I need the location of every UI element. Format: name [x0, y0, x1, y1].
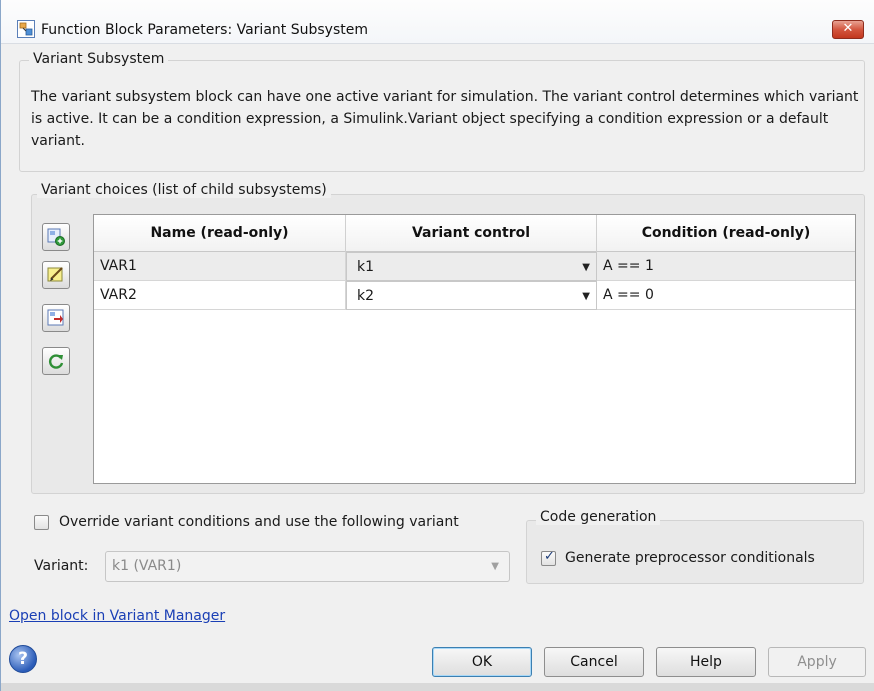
- column-header-condition[interactable]: Condition (read-only): [597, 215, 855, 252]
- variant-choices-table[interactable]: Name (read-only) Variant control Conditi…: [93, 214, 856, 484]
- row-name-cell: VAR1: [94, 252, 346, 281]
- override-label[interactable]: Override variant conditions and use the …: [59, 514, 459, 530]
- checkmark-icon: ✓: [544, 549, 555, 564]
- add-choice-button[interactable]: [42, 223, 70, 251]
- block-description: The variant subsystem block can have one…: [31, 89, 859, 149]
- variant-subsystem-legend: Variant Subsystem: [29, 51, 169, 67]
- edit-choice-button[interactable]: [42, 261, 70, 289]
- code-generation-legend: Code generation: [536, 509, 661, 525]
- add-choice-icon: [47, 228, 65, 246]
- ok-button[interactable]: OK: [432, 647, 532, 677]
- column-header-name[interactable]: Name (read-only): [94, 215, 346, 252]
- column-header-variant-control[interactable]: Variant control: [346, 215, 597, 252]
- table-row[interactable]: VAR1 k1 ▼ A == 1: [94, 252, 855, 281]
- preprocessor-checkbox[interactable]: ✓: [541, 549, 556, 566]
- block-icon: [17, 20, 35, 38]
- preprocessor-label[interactable]: Generate preprocessor conditionals: [565, 550, 815, 566]
- row-condition-cell: A == 0: [603, 287, 654, 303]
- variant-select[interactable]: k1 (VAR1) ▼: [105, 551, 510, 582]
- variant-manager-link[interactable]: Open block in Variant Manager: [9, 608, 225, 624]
- footer-bar: [1, 683, 874, 691]
- variant-control-value: k2: [357, 288, 375, 304]
- table-row[interactable]: VAR2 k2 ▼ A == 0: [94, 281, 855, 310]
- close-button[interactable]: ✕: [832, 20, 864, 39]
- variant-choices-legend: Variant choices (list of child subsystem…: [37, 182, 331, 198]
- help-icon[interactable]: ?: [9, 645, 37, 673]
- dialog-window: Function Block Parameters: Variant Subsy…: [0, 0, 874, 691]
- row-name-cell: VAR2: [94, 281, 346, 310]
- open-subsystem-icon: [47, 309, 64, 326]
- chevron-down-icon: ▼: [582, 291, 590, 302]
- apply-button[interactable]: Apply: [768, 647, 866, 677]
- override-checkbox[interactable]: [34, 515, 49, 530]
- variant-control-dropdown[interactable]: k1 ▼: [346, 252, 597, 281]
- cancel-button[interactable]: Cancel: [544, 647, 644, 677]
- variant-control-value: k1: [357, 259, 375, 275]
- variant-control-dropdown[interactable]: k2 ▼: [346, 281, 597, 310]
- window-title: Function Block Parameters: Variant Subsy…: [41, 22, 368, 38]
- table-header: Name (read-only) Variant control Conditi…: [94, 215, 855, 252]
- help-button[interactable]: Help: [656, 647, 756, 677]
- refresh-button[interactable]: [42, 347, 70, 375]
- close-icon: ✕: [842, 21, 854, 36]
- variant-label: Variant:: [34, 558, 89, 574]
- open-subsystem-button[interactable]: [42, 304, 70, 332]
- edit-icon: [47, 267, 63, 282]
- row-condition-cell: A == 1: [603, 258, 654, 274]
- variant-select-value: k1 (VAR1): [112, 558, 182, 574]
- chevron-down-icon: ▼: [582, 262, 590, 273]
- chevron-down-icon: ▼: [491, 561, 499, 572]
- title-bar[interactable]: Function Block Parameters: Variant Subsy…: [1, 0, 874, 44]
- refresh-icon: [49, 354, 64, 369]
